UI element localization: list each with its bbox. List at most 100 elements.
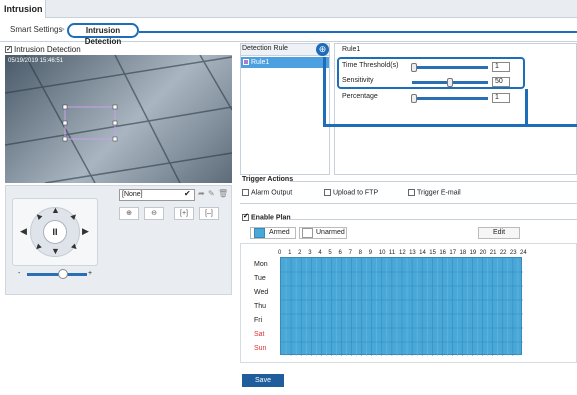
arrow-down-icon[interactable]: ▼ [51, 246, 60, 256]
app-title: Intrusion [4, 4, 43, 14]
day-label: Thu [254, 303, 267, 310]
percentage-slider[interactable] [412, 97, 488, 100]
hour-label: 12 [399, 250, 406, 256]
schedule-grid[interactable] [280, 257, 523, 356]
hour-label: 2 [298, 250, 302, 256]
alarm-output-label: Alarm Output [251, 189, 293, 197]
hour-label: 7 [348, 250, 352, 256]
rule-color-swatch [243, 59, 249, 65]
arrow-up-icon[interactable]: ▲ [51, 205, 60, 215]
alarm-output-option[interactable]: Alarm Output [242, 189, 292, 196]
armed-label: Armed [269, 229, 290, 236]
highlight-line [139, 31, 577, 33]
add-rule-icon[interactable]: ⊕ [316, 43, 329, 56]
arrow-right-icon[interactable]: ▶ [82, 226, 89, 237]
video-timestamp: 05/19/2019 15:46:51 [8, 58, 64, 64]
trigger-email-option[interactable]: Trigger E-mail [408, 189, 461, 196]
parameter-highlight [337, 57, 525, 89]
day-label: Fri [254, 317, 263, 324]
day-label: Mon [254, 261, 268, 268]
day-label: Sat [254, 331, 265, 338]
checkbox-icon[interactable] [242, 189, 249, 196]
hour-label: 22 [499, 250, 507, 256]
hour-label: 11 [388, 250, 396, 256]
zoom-plus-icon[interactable]: + [88, 270, 92, 277]
checkbox-icon[interactable] [408, 189, 415, 196]
percentage-label: Percentage [342, 93, 378, 100]
edit-icon[interactable]: ✎ [208, 189, 215, 198]
speed-slider-knob[interactable] [58, 269, 68, 279]
tab-smart-settings[interactable]: Smart Settings [10, 25, 62, 34]
trash-icon[interactable]: 🗑 [218, 189, 228, 198]
speed-slider[interactable] [27, 273, 87, 276]
hour-label: 15 [429, 250, 436, 256]
day-label: Sun [254, 345, 267, 352]
checkbox-icon[interactable] [5, 46, 12, 54]
divider [290, 181, 577, 182]
hour-label: 13 [409, 250, 416, 256]
upload-ftp-option[interactable]: Upload to FTP [324, 189, 378, 196]
hour-label: 17 [449, 250, 457, 256]
grid-lines [281, 258, 523, 356]
divider [240, 203, 577, 204]
hour-label: 14 [419, 250, 426, 256]
rule-list-item[interactable]: Rule1 [241, 57, 329, 68]
zoom-out-icon[interactable]: ⊖ [144, 207, 164, 220]
save-button[interactable]: Save [242, 374, 284, 387]
percentage-input[interactable]: 1 [492, 93, 510, 103]
hour-label: 3 [308, 250, 312, 256]
checkbox-icon[interactable] [324, 189, 331, 196]
hour-label: 16 [439, 250, 447, 256]
hour-label: 19 [469, 250, 477, 256]
hour-label: 1 [288, 250, 292, 256]
focus-near-icon[interactable]: [+] [174, 207, 194, 220]
chevron-down-icon[interactable]: ✔ [184, 189, 191, 198]
pause-button[interactable]: II [43, 220, 67, 244]
hour-label: 23 [509, 250, 517, 256]
hour-label: 5 [328, 250, 332, 256]
hour-label: 20 [479, 250, 487, 256]
rule-list-item-label: Rule1 [251, 59, 270, 66]
unarmed-swatch [302, 228, 313, 238]
rule-title: Rule1 [342, 46, 361, 53]
intrusion-detection-label: Intrusion Detection [14, 45, 81, 54]
hour-label: 8 [358, 250, 362, 256]
floor-tiles [5, 55, 232, 183]
enable-plan[interactable]: Enable Plan [242, 214, 291, 221]
top-bar [0, 0, 577, 18]
hour-label: 21 [489, 250, 497, 256]
day-labels: Mon Tue Wed Thu Fri Sat Sun [254, 258, 278, 356]
highlight-connector [323, 57, 326, 127]
detection-rule-heading: Detection Rule [242, 45, 288, 52]
video-preview[interactable] [5, 55, 232, 183]
hour-label: 18 [459, 250, 467, 256]
highlight-connector [323, 124, 577, 127]
goto-preset-icon[interactable]: ➦ [198, 189, 205, 198]
arrow-left-icon[interactable]: ◀ [20, 226, 27, 237]
day-label: Tue [254, 275, 266, 282]
intrusion-detection-enable[interactable]: Intrusion Detection [5, 45, 81, 54]
breadcrumb-separator: > [60, 25, 65, 34]
zoom-minus-icon[interactable]: - [18, 270, 20, 277]
zoom-in-icon[interactable]: ⊕ [119, 207, 139, 220]
highlight-connector [525, 89, 528, 127]
hour-label: 9 [368, 250, 373, 256]
hour-label: 0 [278, 250, 282, 256]
tab-intrusion-detection[interactable]: Intrusion Detection [67, 23, 139, 46]
unarmed-label: Unarmed [316, 229, 345, 236]
trigger-email-label: Trigger E-mail [417, 189, 461, 197]
hour-label: 6 [338, 250, 342, 256]
day-label: Wed [254, 289, 269, 296]
focus-far-icon[interactable]: [–] [199, 207, 219, 220]
divider [290, 219, 577, 220]
armed-swatch [254, 228, 265, 238]
hour-label: 24 [520, 250, 527, 256]
trigger-actions-title: Trigger Actions [242, 176, 294, 183]
upload-ftp-label: Upload to FTP [333, 189, 379, 197]
checkbox-icon[interactable] [242, 214, 249, 221]
hour-label: 4 [318, 250, 322, 256]
edit-plan-button[interactable]: Edit [478, 227, 520, 239]
enable-plan-label: Enable Plan [251, 214, 291, 222]
percentage-thumb[interactable] [411, 94, 418, 103]
hour-label: 10 [378, 250, 386, 256]
